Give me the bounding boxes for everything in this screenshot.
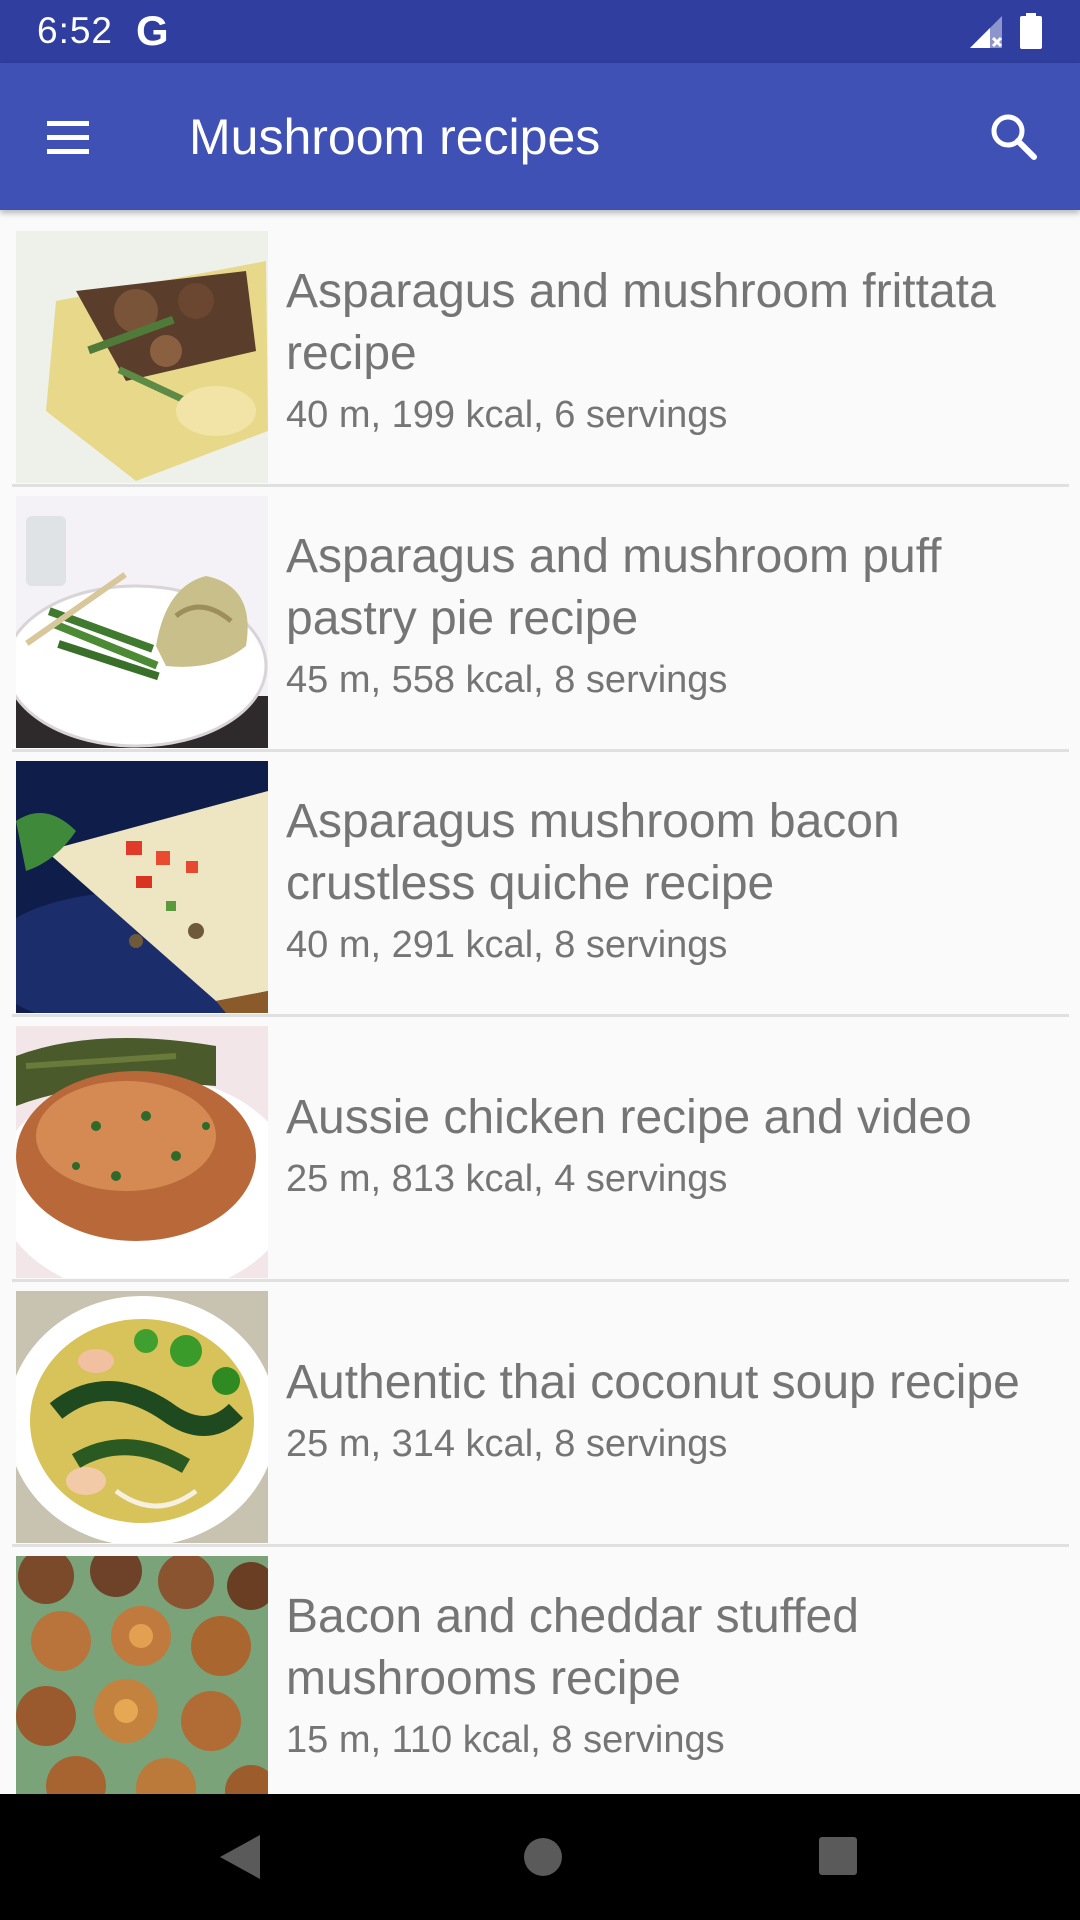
search-icon[interactable] [984, 107, 1044, 167]
recipe-title: Asparagus and mushroom puff pastry pie r… [286, 530, 942, 645]
recipe-row[interactable]: Bacon and cheddar stuffed mushrooms reci… [12, 1547, 1069, 1794]
recipe-meta: 40 m, 291 kcal, 8 servings [286, 924, 728, 966]
recipe-thumbnail [16, 761, 268, 1013]
recipe-title: Asparagus mushroom bacon crustless quich… [286, 795, 900, 910]
recipe-meta: 40 m, 199 kcal, 6 servings [286, 394, 728, 436]
google-g-icon: G [136, 7, 169, 54]
recipe-row[interactable]: Asparagus and mushroom puff pastry pie r… [12, 487, 1069, 752]
recipe-row[interactable]: Authentic thai coconut soup recipe 25 m,… [12, 1282, 1069, 1547]
recipe-thumbnail [16, 1556, 268, 1794]
recipe-thumbnail [16, 496, 268, 748]
recipe-title: Aussie chicken recipe and video [286, 1091, 972, 1144]
recipe-title: Bacon and cheddar stuffed mushrooms reci… [286, 1590, 859, 1705]
recipe-thumbnail [16, 1291, 268, 1543]
recipe-title: Asparagus and mushroom frittata recipe [286, 265, 996, 380]
status-time: 6:52 [37, 10, 114, 51]
back-triangle-icon[interactable] [216, 1832, 264, 1882]
recipe-meta: 25 m, 813 kcal, 4 servings [286, 1158, 728, 1200]
recents-square-icon[interactable] [814, 1832, 862, 1880]
page-title: Mushroom recipes [189, 109, 601, 165]
recipe-thumbnail [16, 231, 268, 483]
recipe-meta: 25 m, 314 kcal, 8 servings [286, 1423, 728, 1465]
status-bar: 6:52 G [0, 0, 1080, 63]
recipe-row[interactable]: Asparagus mushroom bacon crustless quich… [12, 752, 1069, 1017]
recipe-row[interactable]: Asparagus and mushroom frittata recipe 4… [12, 222, 1069, 487]
signal-no-data-icon [970, 16, 1003, 48]
recipe-list: Asparagus and mushroom frittata recipe 4… [0, 210, 1080, 1794]
home-circle-icon[interactable] [518, 1832, 568, 1882]
recipe-row[interactable]: Aussie chicken recipe and video 25 m, 81… [12, 1017, 1069, 1282]
recipe-meta: 45 m, 558 kcal, 8 servings [286, 659, 728, 701]
hamburger-menu-icon[interactable] [38, 107, 98, 167]
recipe-title: Authentic thai coconut soup recipe [286, 1356, 1020, 1409]
recipe-meta: 15 m, 110 kcal, 8 servings [286, 1719, 725, 1761]
recipe-thumbnail [16, 1026, 268, 1278]
app-bar: Mushroom recipes [0, 63, 1080, 210]
system-nav-bar [0, 1794, 1080, 1920]
battery-full-icon [1020, 13, 1042, 49]
app-screen: 6:52 G Mushroom recipes Asparagus and mu… [0, 0, 1080, 1920]
